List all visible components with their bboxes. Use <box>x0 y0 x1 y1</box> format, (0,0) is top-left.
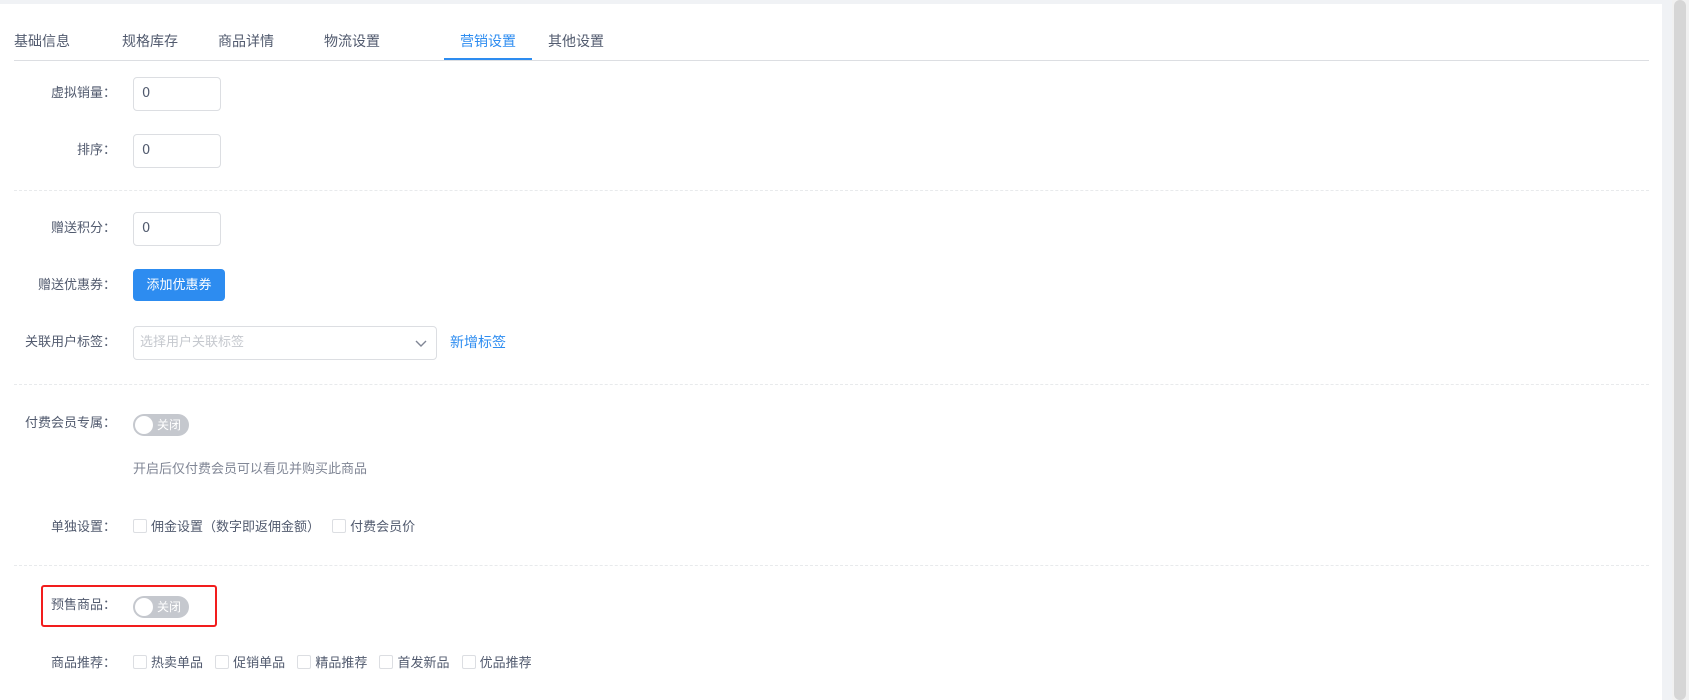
product-edit-panel: 基础信息 规格库存 商品详情 物流设置 营销设置 其他设置 虚拟销量： 0 排序… <box>0 4 1662 700</box>
hot-sale-checkbox[interactable]: 热卖单品 <box>133 647 203 681</box>
paid-member-switch[interactable]: 关闭 <box>133 414 189 436</box>
checkbox-label: 促销单品 <box>233 656 286 671</box>
featured-checkbox[interactable]: 精品推荐 <box>297 647 367 681</box>
scrollbar-thumb[interactable] <box>1674 0 1686 700</box>
separate-settings-label: 单独设置： <box>50 520 116 535</box>
recommend-label: 商品推荐： <box>50 656 116 671</box>
add-coupon-button[interactable]: 添加优惠券 <box>133 269 225 301</box>
active-tab-indicator <box>444 58 532 60</box>
member-price-checkbox[interactable]: 付费会员价 <box>332 511 415 545</box>
new-arrival-checkbox[interactable]: 首发新品 <box>379 647 449 681</box>
add-tag-link[interactable]: 新增标签 <box>450 326 506 360</box>
switch-text: 关闭 <box>157 418 182 432</box>
sort-label: 排序： <box>76 143 116 158</box>
checkbox-label: 佣金设置（数字即返佣金额） <box>151 520 321 535</box>
paid-member-label: 付费会员专属： <box>24 416 116 431</box>
checkbox-box <box>332 519 347 533</box>
section-divider <box>14 384 1649 385</box>
tab-spec-stock[interactable]: 规格库存 <box>122 24 178 60</box>
checkbox-box <box>379 655 394 669</box>
section-divider <box>14 565 1649 566</box>
paid-member-hint: 开启后仅付费会员可以看见并购买此商品 <box>133 462 368 477</box>
checkbox-label: 首发新品 <box>397 656 450 671</box>
checkbox-label: 精品推荐 <box>315 656 368 671</box>
tab-marketing[interactable]: 营销设置 <box>444 24 532 60</box>
gift-points-input[interactable]: 0 <box>133 212 221 246</box>
promo-checkbox[interactable]: 促销单品 <box>215 647 285 681</box>
gift-coupon-label: 赠送优惠券： <box>37 278 116 293</box>
checkbox-box <box>461 655 476 669</box>
tab-other[interactable]: 其他设置 <box>548 24 604 60</box>
commission-checkbox[interactable]: 佣金设置（数字即返佣金额） <box>133 511 320 545</box>
tab-logistics[interactable]: 物流设置 <box>324 24 380 60</box>
highlight-box <box>41 585 217 627</box>
chevron-down-icon <box>415 340 427 347</box>
sort-input[interactable]: 0 <box>133 134 221 168</box>
section-divider <box>14 190 1649 191</box>
quality-checkbox[interactable]: 优品推荐 <box>461 647 532 681</box>
user-tag-placeholder: 选择用户关联标签 <box>140 335 245 350</box>
tab-basic-info[interactable]: 基础信息 <box>14 24 70 60</box>
virtual-sales-input[interactable]: 0 <box>133 77 221 111</box>
checkbox-box <box>133 655 147 669</box>
checkbox-label: 优品推荐 <box>479 656 532 671</box>
tab-bar: 基础信息 规格库存 商品详情 物流设置 营销设置 其他设置 <box>14 24 1649 61</box>
virtual-sales-label: 虚拟销量： <box>50 86 116 101</box>
checkbox-box <box>215 655 230 669</box>
vertical-scrollbar[interactable] <box>1672 0 1689 700</box>
user-tag-label: 关联用户标签： <box>24 335 116 350</box>
user-tag-select[interactable]: 选择用户关联标签 <box>133 326 437 360</box>
gift-points-label: 赠送积分： <box>50 221 116 236</box>
checkbox-label: 付费会员价 <box>350 520 416 535</box>
checkbox-box <box>297 655 312 669</box>
checkbox-box <box>133 519 147 533</box>
tab-product-detail[interactable]: 商品详情 <box>218 24 274 60</box>
checkbox-label: 热卖单品 <box>151 656 204 671</box>
switch-knob <box>135 416 153 434</box>
